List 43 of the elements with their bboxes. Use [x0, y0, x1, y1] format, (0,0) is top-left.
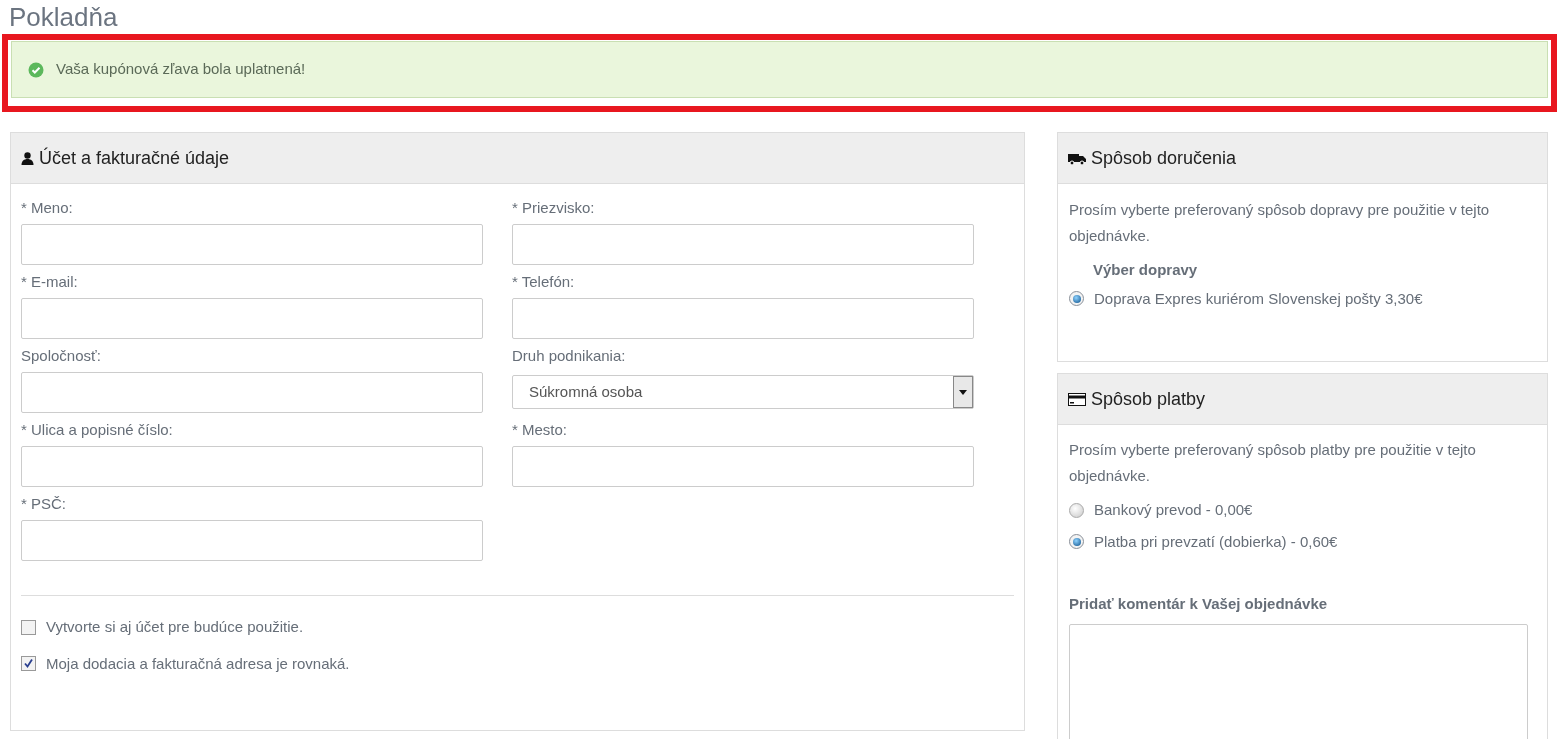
input-field[interactable] [21, 520, 483, 561]
field-label: * Priezvisko: [512, 198, 596, 218]
credit-card-icon [1068, 392, 1086, 406]
group-label: Výber dopravy [1093, 260, 1199, 280]
field-label: * Telefón: [512, 272, 576, 292]
input-field[interactable] [512, 224, 974, 265]
shipping-instructions: Prosím vyberte preferovaný spôsob dopravy pre použitie v tejto objednávke. [1069, 200, 1491, 246]
input-field[interactable] [21, 446, 483, 487]
comment-field[interactable] [1069, 623, 1528, 739]
input-field[interactable] [512, 446, 974, 487]
user-icon [21, 151, 34, 165]
field-label: Druh podnikania: [512, 346, 627, 366]
checkbox[interactable] [21, 619, 36, 635]
caret-down-icon [953, 376, 973, 408]
panel-title: Účet a fakturačné údaje [39, 146, 230, 170]
alert-message: Vaša kupónová zľava bola uplatnená! [56, 59, 306, 80]
field-label: * Mesto: [512, 420, 569, 440]
checkbox[interactable] [21, 656, 36, 672]
panel-title: Spôsob platby [1091, 387, 1206, 411]
field-label: * PSČ: [21, 494, 67, 514]
option-label: Platba pri prevzatí (dobierka) - 0,60€ [1094, 531, 1338, 552]
comment-label: Pridať komentár k Vašej objednávke [1069, 594, 1329, 614]
input-field[interactable] [21, 372, 483, 413]
field-label: Spoločnosť: [21, 346, 102, 366]
field-label: * E-mail: [21, 272, 79, 292]
page-title: Pokladňa [8, 1, 119, 33]
checkbox-label: Vytvorte si aj účet pre budúce použitie. [46, 617, 304, 637]
input-field[interactable] [21, 224, 483, 265]
input-field[interactable] [512, 298, 974, 339]
field-label: * Ulica a popisné číslo: [21, 420, 174, 440]
option-label: Bankový prevod - 0,00€ [1094, 500, 1253, 520]
select-field[interactable]: Súkromná osoba [512, 375, 974, 409]
field-label: * Meno: [21, 198, 74, 218]
radio-button[interactable] [1069, 291, 1084, 307]
truck-icon [1068, 151, 1086, 165]
panel-title: Spôsob doručenia [1091, 146, 1237, 170]
input-field[interactable] [21, 298, 483, 339]
checkbox-label: Moja dodacia a fakturačná adresa je rovnaká. [46, 653, 350, 674]
radio-button[interactable] [1069, 534, 1084, 550]
radio-button[interactable] [1069, 502, 1084, 518]
option-label: Doprava Expres kuriérom Slovenskej pošty 3,30€ [1094, 288, 1423, 309]
payment-instructions: Prosím vyberte preferovaný spôsob platby pre použitie v tejto objednávke. [1069, 440, 1477, 486]
check-circle-icon [28, 61, 44, 78]
